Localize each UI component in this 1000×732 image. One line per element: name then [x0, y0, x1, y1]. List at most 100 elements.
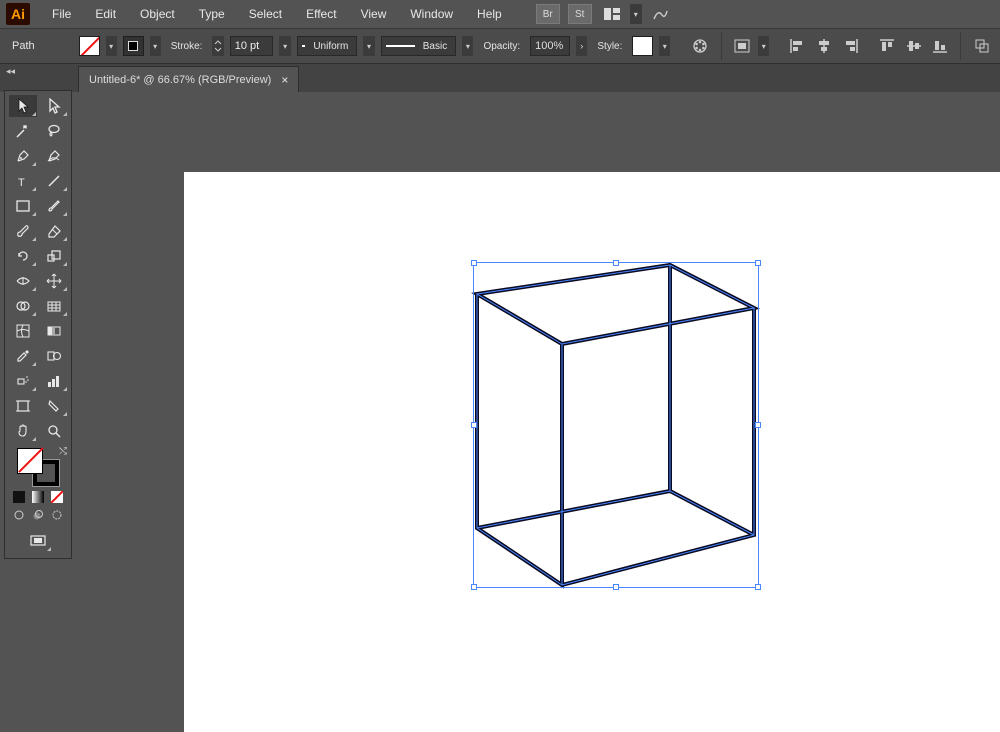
menu-effect[interactable]: Effect: [296, 3, 346, 25]
divider: [721, 32, 722, 60]
resize-handle-ml[interactable]: [471, 422, 477, 428]
arrange-dropdown[interactable]: ▾: [630, 4, 642, 24]
align-vcenter-button[interactable]: [903, 36, 924, 56]
align-to-dropdown[interactable]: ▾: [758, 36, 769, 56]
panel-collapse-toggle[interactable]: ◂◂: [6, 66, 15, 77]
screen-mode-button[interactable]: [24, 530, 52, 552]
zoom-tool[interactable]: [40, 420, 68, 442]
arrange-documents-button[interactable]: [600, 4, 624, 24]
stroke-dropdown[interactable]: ▾: [150, 36, 161, 56]
control-bar: Path ▾ ▾ Stroke: 10 pt ▾ Uniform ▾ Basic…: [0, 28, 1000, 64]
workarea[interactable]: [76, 94, 1000, 642]
resize-handle-bm[interactable]: [613, 584, 619, 590]
align-bottom-button[interactable]: [930, 36, 951, 56]
menu-type[interactable]: Type: [189, 3, 235, 25]
shaper-tool[interactable]: [9, 220, 37, 242]
menubar: Ai File Edit Object Type Select Effect V…: [0, 0, 1000, 28]
curvature-tool[interactable]: [40, 145, 68, 167]
rotate-tool[interactable]: [9, 245, 37, 267]
opacity-dropdown[interactable]: ›: [576, 36, 587, 56]
align-to-button[interactable]: [731, 36, 752, 56]
eraser-tool[interactable]: [40, 220, 68, 242]
graphic-style-swatch[interactable]: [632, 36, 653, 56]
style-label: Style:: [593, 41, 626, 52]
transform-button[interactable]: [971, 36, 992, 56]
resize-handle-br[interactable]: [755, 584, 761, 590]
scale-tool[interactable]: [40, 245, 68, 267]
document-tabbar: Untitled-6* @ 66.67% (RGB/Preview) ×: [0, 64, 1000, 92]
artboard[interactable]: [184, 172, 1000, 732]
resize-handle-bl[interactable]: [471, 584, 477, 590]
artboard-tool[interactable]: [9, 395, 37, 417]
selection-bounding-box[interactable]: [473, 262, 759, 588]
slice-tool[interactable]: [40, 395, 68, 417]
hand-tool[interactable]: [9, 420, 37, 442]
lasso-tool[interactable]: [40, 120, 68, 142]
bridge-button[interactable]: Br: [536, 4, 560, 24]
stroke-weight-field[interactable]: 10 pt: [230, 36, 274, 56]
menu-edit[interactable]: Edit: [85, 3, 126, 25]
resize-handle-tl[interactable]: [471, 260, 477, 266]
gradient-tool[interactable]: [40, 320, 68, 342]
draw-inside[interactable]: [49, 508, 65, 522]
align-hcenter-button[interactable]: [814, 36, 835, 56]
tab-close-button[interactable]: ×: [281, 73, 288, 87]
fill-dropdown[interactable]: ▾: [106, 36, 117, 56]
profile-dropdown[interactable]: ▾: [363, 36, 374, 56]
gpu-preview-button[interactable]: [648, 4, 672, 24]
resize-handle-tm[interactable]: [613, 260, 619, 266]
tools-panel: T ⤭: [4, 90, 72, 559]
stroke-weight-dropdown[interactable]: ▾: [279, 36, 290, 56]
align-right-button[interactable]: [840, 36, 861, 56]
blend-tool[interactable]: [40, 345, 68, 367]
magic-wand-tool[interactable]: [9, 120, 37, 142]
fill-swatch[interactable]: [79, 36, 100, 56]
menu-object[interactable]: Object: [130, 3, 185, 25]
type-tool[interactable]: T: [9, 170, 37, 192]
eyedropper-tool[interactable]: [9, 345, 37, 367]
document-tab[interactable]: Untitled-6* @ 66.67% (RGB/Preview) ×: [78, 66, 299, 92]
menu-window[interactable]: Window: [400, 3, 463, 25]
selection-tool[interactable]: [9, 95, 37, 117]
stroke-weight-stepper[interactable]: [212, 36, 223, 56]
draw-mode-row: [11, 508, 65, 522]
align-left-button[interactable]: [787, 36, 808, 56]
free-transform-tool[interactable]: [40, 270, 68, 292]
direct-selection-tool[interactable]: [40, 95, 68, 117]
draw-behind[interactable]: [30, 508, 46, 522]
column-graph-tool[interactable]: [40, 370, 68, 392]
paintbrush-tool[interactable]: [40, 195, 68, 217]
variable-width-profile[interactable]: Uniform: [297, 36, 358, 56]
symbol-sprayer-tool[interactable]: [9, 370, 37, 392]
shape-builder-tool[interactable]: [9, 295, 37, 317]
stroke-swatch[interactable]: [123, 36, 144, 56]
brush-dropdown[interactable]: ▾: [462, 36, 473, 56]
color-mode-none[interactable]: [49, 490, 65, 504]
color-mode-solid[interactable]: [11, 490, 27, 504]
rectangle-tool[interactable]: [9, 195, 37, 217]
pen-tool[interactable]: [9, 145, 37, 167]
menu-help[interactable]: Help: [467, 3, 512, 25]
menu-select[interactable]: Select: [239, 3, 292, 25]
style-dropdown[interactable]: ▾: [659, 36, 670, 56]
width-tool[interactable]: [9, 270, 37, 292]
fill-color-box[interactable]: [17, 448, 43, 474]
draw-normal[interactable]: [11, 508, 27, 522]
perspective-grid-tool[interactable]: [40, 295, 68, 317]
recolor-artwork-button[interactable]: [690, 36, 711, 56]
swap-fill-stroke-icon[interactable]: ⤭: [59, 446, 67, 457]
opacity-field[interactable]: 100%: [530, 36, 570, 56]
align-top-button[interactable]: [877, 36, 898, 56]
line-tool[interactable]: [40, 170, 68, 192]
menu-view[interactable]: View: [351, 3, 397, 25]
brush-definition[interactable]: Basic: [381, 36, 457, 56]
color-mode-gradient[interactable]: [30, 490, 46, 504]
resize-handle-tr[interactable]: [755, 260, 761, 266]
selection-type-label: Path: [8, 40, 39, 52]
divider: [960, 32, 961, 60]
stock-button[interactable]: St: [568, 4, 592, 24]
menu-file[interactable]: File: [42, 3, 81, 25]
resize-handle-mr[interactable]: [755, 422, 761, 428]
fill-stroke-indicator[interactable]: ⤭: [17, 448, 59, 486]
mesh-tool[interactable]: [9, 320, 37, 342]
